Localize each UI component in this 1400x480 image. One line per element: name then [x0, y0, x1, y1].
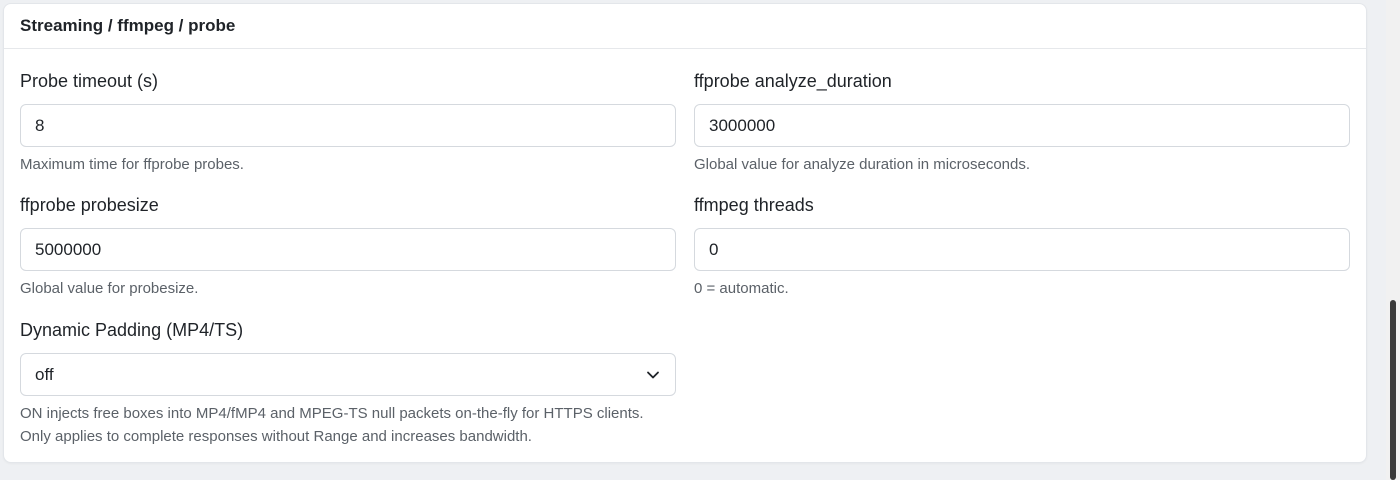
dynamic-padding-select[interactable]: off	[20, 353, 676, 396]
analyze-duration-input[interactable]	[694, 104, 1350, 147]
dynamic-padding-field: Dynamic Padding (MP4/TS) off ON injects …	[20, 319, 676, 448]
threads-input[interactable]	[694, 228, 1350, 271]
dynamic-padding-selected-value: off	[35, 364, 54, 384]
probe-timeout-label: Probe timeout (s)	[20, 71, 159, 91]
analyze-duration-label: ffprobe analyze_duration	[694, 71, 892, 91]
dynamic-padding-help-line1: ON injects free boxes into MP4/fMP4 and …	[20, 405, 644, 422]
probesize-label: ffprobe probesize	[20, 195, 159, 215]
probe-timeout-input[interactable]	[20, 104, 676, 147]
threads-field: ffmpeg threads 0 = automatic.	[694, 194, 1350, 300]
section-title: Streaming / ffmpeg / probe	[20, 16, 236, 35]
probesize-input[interactable]	[20, 228, 676, 271]
chevron-down-icon	[645, 367, 661, 383]
probesize-field: ffprobe probesize Global value for probe…	[20, 194, 676, 300]
page-scrollbar[interactable]	[1386, 0, 1400, 480]
dynamic-padding-help-line2: Only applies to complete responses witho…	[20, 428, 532, 445]
analyze-duration-help: Global value for analyze duration in mic…	[694, 156, 1031, 173]
dynamic-padding-help: ON injects free boxes into MP4/fMP4 and …	[20, 402, 676, 448]
threads-label: ffmpeg threads	[694, 195, 814, 215]
dynamic-padding-label: Dynamic Padding (MP4/TS)	[20, 320, 244, 340]
probesize-help: Global value for probesize.	[20, 280, 199, 297]
card-header: Streaming / ffmpeg / probe	[4, 4, 1366, 49]
probe-timeout-help: Maximum time for ffprobe probes.	[20, 156, 244, 173]
threads-help: 0 = automatic.	[694, 280, 789, 297]
settings-card: Streaming / ffmpeg / probe Probe timeout…	[3, 3, 1367, 463]
probe-timeout-field: Probe timeout (s) Maximum time for ffpro…	[20, 70, 676, 176]
analyze-duration-field: ffprobe analyze_duration Global value fo…	[694, 70, 1350, 176]
scrollbar-thumb[interactable]	[1390, 300, 1396, 480]
